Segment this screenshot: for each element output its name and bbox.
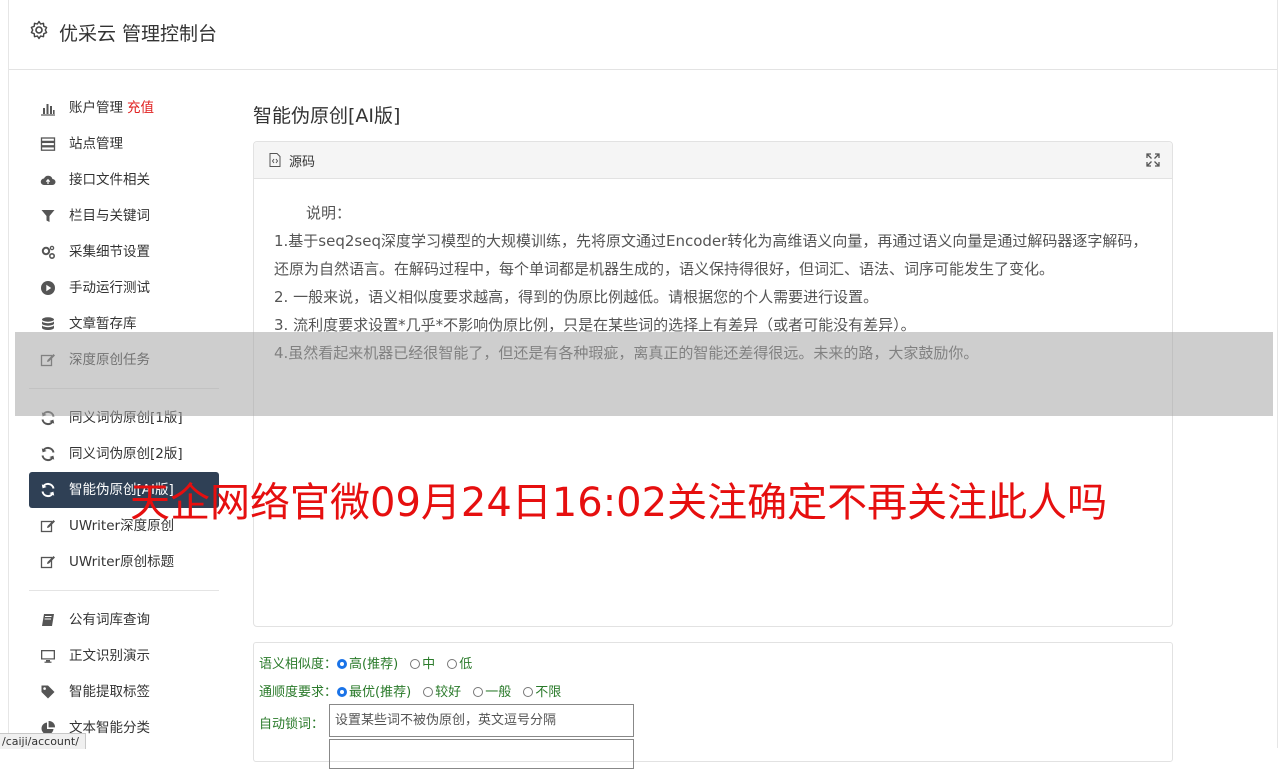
gear-icon <box>30 20 48 40</box>
sidebar-item-label: UWriter深度原创 <box>69 518 175 534</box>
sidebar-item-a-5[interactable]: 手动运行测试 <box>29 270 219 306</box>
panel-header: 源码 <box>254 142 1172 179</box>
panel-body: 说明： 1.基于seq2seq深度学习模型的大规模训练，先将原文通过Encode… <box>274 199 1154 367</box>
sidebar-item-label: 采集细节设置 <box>69 244 150 260</box>
sidebar: 账户管理 充值站点管理接口文件相关 栏目与关键词 采集细节设置 手动运行测试 文章暂存库深… <box>29 90 219 746</box>
lock-words-input[interactable] <box>329 704 634 737</box>
edit-icon <box>40 556 55 569</box>
radio-button[interactable] <box>423 687 434 697</box>
sidebar-item-label: 正文识别演示 <box>69 648 150 664</box>
sidebar-item-a-3[interactable]: 栏目与关键词 <box>29 198 219 234</box>
description-line-2: 2. 一般来说，语义相似度要求越高，得到的伪原比例越低。请根据您的个人需要进行设… <box>274 288 879 306</box>
sidebar-item-b-4[interactable]: UWriter原创标题 <box>29 544 219 580</box>
sidebar-item-label: 公有词库查询 <box>69 612 150 628</box>
code-file-icon <box>269 153 281 167</box>
sidebar-item-b-0[interactable]: 同义词伪原创[1版] <box>29 400 219 436</box>
radio-label: 较好 <box>435 685 462 700</box>
sidebar-item-c-0[interactable]: 公有词库查询 <box>29 602 219 638</box>
page-title: 智能伪原创[AI版] <box>253 105 401 127</box>
lock-row: 自动锁词： <box>259 713 324 732</box>
sidebar-item-a-0[interactable]: 账户管理 充值 <box>29 90 219 126</box>
fluency-option-1[interactable]: 较好 <box>423 685 461 700</box>
sidebar-divider <box>29 590 219 591</box>
recharge-badge[interactable]: 充值 <box>127 100 154 116</box>
refresh-icon <box>41 410 55 426</box>
panel-header-label: 源码 <box>289 155 316 170</box>
sidebar-item-label: 同义词伪原创[2版] <box>69 446 183 462</box>
sidebar-item-label: 站点管理 <box>69 136 123 152</box>
radio-button[interactable] <box>473 687 484 697</box>
sidebar-item-c-2[interactable]: 智能提取标签 <box>29 674 219 710</box>
sidebar-item-label: 深度原创任务 <box>69 352 150 368</box>
description-line-4: 4.虽然看起来机器已经很智能了，但还是有各种瑕疵，离真正的智能还差得很远。未来的… <box>274 344 979 362</box>
radio-label: 高(推荐) <box>349 657 399 672</box>
sidebar-item-label: 手动运行测试 <box>69 280 150 296</box>
source-panel: 源码 说明： 1.基于seq2seq深度学习模型的大规模训练，先将原文通过Enc… <box>253 141 1173 627</box>
tag-icon <box>41 685 55 699</box>
app-title: 优采云 管理控制台 <box>59 23 218 45</box>
sidebar-item-label: 接口文件相关 <box>69 172 150 188</box>
sidebar-item-a-4[interactable]: 采集细节设置 <box>29 234 219 270</box>
radio-label: 低 <box>459 657 473 672</box>
description-line-3: 3. 流利度要求设置*几乎*不影响伪原比例，只是在某些词的选择上有差异（或者可能… <box>274 316 916 334</box>
refresh-icon <box>41 446 55 462</box>
lock-label: 自动锁词： <box>259 717 325 732</box>
edit-icon <box>40 354 55 367</box>
database-icon <box>42 317 54 330</box>
book-icon <box>42 614 54 626</box>
cloud-upload-icon <box>40 175 56 185</box>
sidebar-item-label: 文章暂存库 <box>69 316 137 332</box>
play-circle-icon <box>41 281 55 295</box>
sidebar-item-b-3[interactable]: UWriter深度原创 <box>29 508 219 544</box>
radio-label: 不限 <box>535 685 562 700</box>
fluency-option-0[interactable]: 最优(推荐) <box>337 685 411 700</box>
status-bar-url: /caiji/account/ <box>0 733 86 749</box>
description-line-1: 1.基于seq2seq深度学习模型的大规模训练，先将原文通过Encoder转化为… <box>274 232 1148 278</box>
radio-button[interactable] <box>337 659 348 669</box>
radio-label: 一般 <box>485 685 512 700</box>
monitor-icon <box>41 650 55 663</box>
edit-icon <box>40 520 55 533</box>
sidebar-item-b-2[interactable]: 智能伪原创[AI版] <box>29 472 219 508</box>
sidebar-item-label: 栏目与关键词 <box>69 208 150 224</box>
radio-label: 最优(推荐) <box>349 685 412 700</box>
filter-icon <box>41 210 55 222</box>
description-lead: 说明： <box>306 204 352 222</box>
radio-button[interactable] <box>410 659 421 669</box>
similarity-option-1[interactable]: 中 <box>410 657 435 672</box>
fluency-label: 通顺度要求： <box>259 685 338 700</box>
sidebar-item-a-7[interactable]: 深度原创任务 <box>29 342 219 378</box>
sidebar-item-label: 账户管理 <box>69 100 123 116</box>
sidebar-item-c-1[interactable]: 正文识别演示 <box>29 638 219 674</box>
settings-form: 语义相似度： 高(推荐) 中 低 通顺度要求： 最优(推荐) 较好 一般 不限 自动锁词： <box>253 642 1173 769</box>
refresh-icon <box>41 482 55 498</box>
top-bar: 优采云 管理控制台 <box>9 0 1277 70</box>
next-input[interactable] <box>329 739 634 769</box>
bar-chart-icon <box>41 104 55 116</box>
radio-label: 中 <box>422 657 436 672</box>
sidebar-item-label: 同义词伪原创[1版] <box>69 410 183 426</box>
similarity-option-0[interactable]: 高(推荐) <box>337 657 398 672</box>
sidebar-item-a-1[interactable]: 站点管理 <box>29 126 219 162</box>
sidebar-item-label: UWriter原创标题 <box>69 554 175 570</box>
similarity-row: 语义相似度： 高(推荐) 中 低 <box>259 653 484 672</box>
fluency-option-2[interactable]: 一般 <box>473 685 511 700</box>
radio-button[interactable] <box>523 687 534 697</box>
sidebar-item-a-6[interactable]: 文章暂存库 <box>29 306 219 342</box>
gears-icon <box>41 245 56 260</box>
sidebar-item-a-2[interactable]: 接口文件相关 <box>29 162 219 198</box>
sidebar-item-label: 智能提取标签 <box>69 684 150 700</box>
sidebar-item-b-1[interactable]: 同义词伪原创[2版] <box>29 436 219 472</box>
radio-button[interactable] <box>447 659 458 669</box>
fluency-row: 通顺度要求： 最优(推荐) 较好 一般 不限 <box>259 681 573 700</box>
sidebar-item-label: 智能伪原创[AI版] <box>69 482 174 498</box>
fluency-option-3[interactable]: 不限 <box>523 685 561 700</box>
radio-button[interactable] <box>337 687 348 697</box>
similarity-label: 语义相似度： <box>259 657 338 672</box>
sidebar-divider <box>29 388 219 389</box>
similarity-option-2[interactable]: 低 <box>447 657 472 672</box>
fullscreen-icon[interactable] <box>1146 153 1160 167</box>
server-icon <box>40 137 56 151</box>
